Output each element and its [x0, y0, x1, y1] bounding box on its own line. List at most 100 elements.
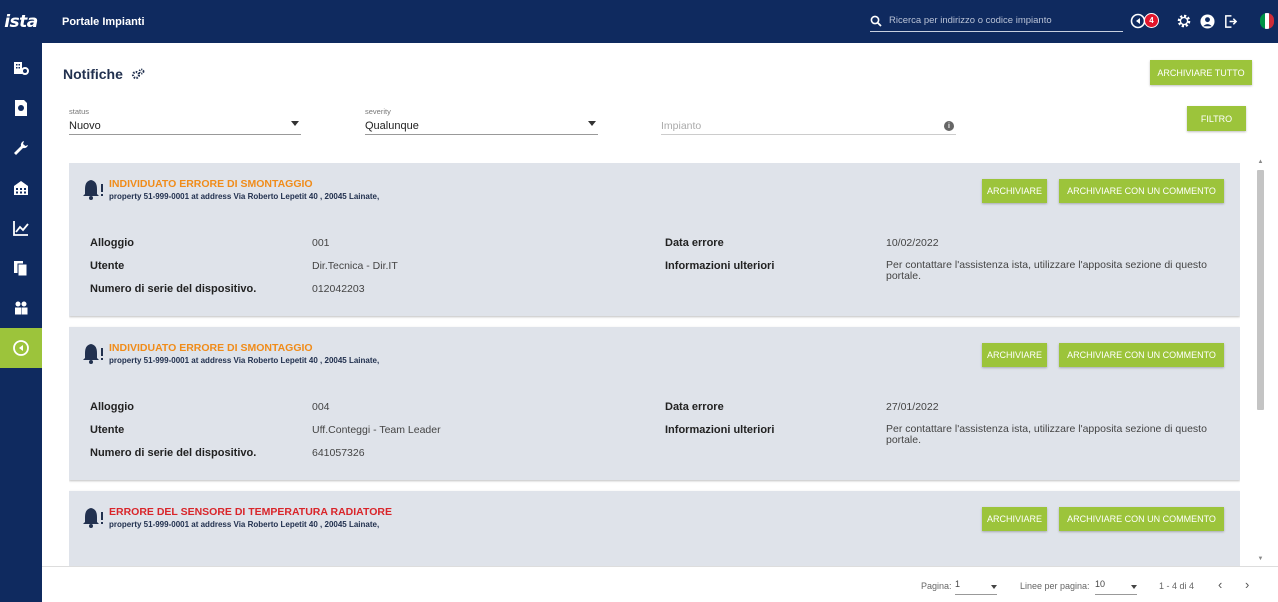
wrench-icon: [14, 141, 28, 155]
logout-icon[interactable]: [1223, 14, 1238, 29]
sidebar-item-documenti[interactable]: [0, 248, 42, 288]
top-icons: 4: [1130, 11, 1274, 31]
page-label: Pagina:: [921, 581, 952, 591]
severity-select[interactable]: severity Qualunque: [365, 107, 598, 135]
user-icon[interactable]: [1200, 13, 1215, 29]
alloggio-label: Alloggio: [90, 401, 134, 413]
sidebar-item-impianti[interactable]: [0, 48, 42, 88]
page-title-text: Notifiche: [63, 66, 123, 82]
notification-title: INDIVIDUATO ERRORE DI SMONTAGGIO: [109, 342, 313, 354]
building-icon: [14, 181, 28, 195]
chevron-down-icon: [991, 585, 997, 589]
archive-with-comment-button[interactable]: ARCHIVIARE CON UN COMMENTO: [1059, 343, 1224, 367]
page-title: Notifiche: [63, 66, 145, 82]
page-select-value: 1: [955, 579, 961, 589]
prev-page-button[interactable]: ‹: [1218, 577, 1222, 592]
sidebar-item-utenti[interactable]: [0, 288, 42, 328]
severity-label: severity: [365, 107, 391, 116]
search-input[interactable]: [889, 15, 1119, 26]
next-page-button[interactable]: ›: [1245, 577, 1249, 592]
archive-button[interactable]: ARCHIVIARE: [982, 179, 1047, 203]
notification-card: INDIVIDUATO ERRORE DI SMONTAGGIO propert…: [69, 327, 1240, 480]
bell-alert-icon: [83, 344, 103, 364]
scroll-down-icon[interactable]: ▼: [1257, 556, 1264, 562]
gear-icon[interactable]: [1176, 13, 1192, 29]
scroll-thumb[interactable]: [1257, 170, 1264, 410]
rows-per-page-value: 10: [1095, 579, 1106, 589]
ista-logo[interactable]: ista: [0, 0, 42, 43]
status-value: Nuovo: [69, 120, 101, 132]
alloggio-value: 001: [312, 237, 330, 249]
pagination-range: 1 - 4 di 4: [1159, 581, 1195, 591]
serial-number-value: 012042203: [312, 283, 365, 295]
archive-with-comment-button[interactable]: ARCHIVIARE CON UN COMMENTO: [1059, 507, 1224, 531]
line-chart-icon: [13, 221, 29, 236]
rows-per-page-select[interactable]: 10: [1095, 579, 1137, 595]
users-icon: [15, 301, 28, 315]
chevron-down-icon: [1131, 585, 1137, 589]
notification-card: INDIVIDUATO ERRORE DI SMONTAGGIO propert…: [69, 163, 1240, 316]
sidebar-item-fatture[interactable]: [0, 88, 42, 128]
notification-count-badge: 4: [1144, 13, 1159, 28]
documents-icon: [14, 261, 28, 277]
notifications-button[interactable]: 4: [1130, 11, 1160, 31]
notification-title: ERRORE DEL SENSORE DI TEMPERATURA RADIAT…: [109, 506, 392, 518]
status-select[interactable]: status Nuovo: [69, 107, 301, 135]
impianto-input[interactable]: Impianto i: [661, 107, 956, 135]
search-box: [870, 10, 1123, 32]
utente-value: Dir.Tecnica - Dir.IT: [312, 260, 398, 272]
building-settings-icon: [14, 62, 29, 75]
document-euro-icon: [15, 100, 27, 116]
info-label: Informazioni ulteriori: [665, 424, 775, 436]
page-select[interactable]: 1: [955, 579, 997, 595]
archive-with-comment-button[interactable]: ARCHIVIARE CON UN COMMENTO: [1059, 179, 1224, 203]
info-value: Per contattare l'assistenza ista, utiliz…: [886, 423, 1207, 446]
chevron-down-icon: [291, 121, 299, 126]
sidebar-item-notifiche[interactable]: [0, 328, 42, 368]
severity-value: Qualunque: [365, 120, 419, 132]
scrollbar[interactable]: ▲ ▼: [1254, 159, 1266, 566]
filter-button[interactable]: FILTRO: [1187, 106, 1246, 131]
notifications-list: INDIVIDUATO ERRORE DI SMONTAGGIO propert…: [69, 163, 1240, 566]
utente-label: Utente: [90, 424, 125, 436]
pagination-bar: Pagina: 1 Linee per pagina: 10 1 - 4 di …: [42, 566, 1278, 602]
archive-button[interactable]: ARCHIVIARE: [982, 507, 1047, 531]
scroll-up-icon[interactable]: ▲: [1257, 159, 1264, 165]
bell-alert-icon: [83, 180, 103, 200]
archive-all-button[interactable]: ARCHIVIARE TUTTO: [1150, 60, 1252, 85]
serial-number-value: 641057326: [312, 447, 365, 459]
notification-title: INDIVIDUATO ERRORE DI SMONTAGGIO: [109, 178, 313, 190]
sidebar: [0, 43, 42, 602]
alloggio-value: 004: [312, 401, 330, 413]
data-errore-label: Data errore: [665, 237, 724, 249]
notification-subtitle: property 51-999-0001 at address Via Robe…: [109, 356, 380, 365]
sidebar-item-manutenzione[interactable]: [0, 128, 42, 168]
data-errore-value: 10/02/2022: [886, 237, 939, 249]
sidebar-item-edifici[interactable]: [0, 168, 42, 208]
chevron-down-icon: [588, 121, 596, 126]
notification-arrow-icon: [13, 340, 29, 356]
serial-number-label: Numero di serie del dispositivo.: [90, 447, 257, 459]
notification-subtitle: property 51-999-0001 at address Via Robe…: [109, 520, 380, 529]
flag-stripe-red: [1269, 13, 1274, 29]
italian-flag-icon[interactable]: [1260, 13, 1274, 29]
gears-icon[interactable]: [131, 68, 145, 80]
main-content: Notifiche ARCHIVIARE TUTTO status Nuovo …: [42, 43, 1278, 602]
notification-subtitle: property 51-999-0001 at address Via Robe…: [109, 192, 380, 201]
bell-alert-icon: [83, 508, 103, 528]
alloggio-label: Alloggio: [90, 237, 134, 249]
data-errore-value: 27/01/2022: [886, 401, 939, 413]
sidebar-item-statistiche[interactable]: [0, 208, 42, 248]
archive-button[interactable]: ARCHIVIARE: [982, 343, 1047, 367]
data-errore-label: Data errore: [665, 401, 724, 413]
info-label: Informazioni ulteriori: [665, 260, 775, 272]
impianto-placeholder: Impianto: [661, 120, 702, 132]
serial-number-label: Numero di serie del dispositivo.: [90, 283, 257, 295]
info-icon[interactable]: i: [944, 121, 954, 131]
notification-card: ERRORE DEL SENSORE DI TEMPERATURA RADIAT…: [69, 491, 1240, 566]
search-icon[interactable]: [870, 15, 882, 27]
status-label: status: [69, 107, 90, 116]
app-title[interactable]: Portale Impianti: [62, 16, 145, 28]
top-bar: ista Portale Impianti 4: [0, 0, 1278, 43]
utente-value: Uff.Conteggi - Team Leader: [312, 424, 441, 436]
